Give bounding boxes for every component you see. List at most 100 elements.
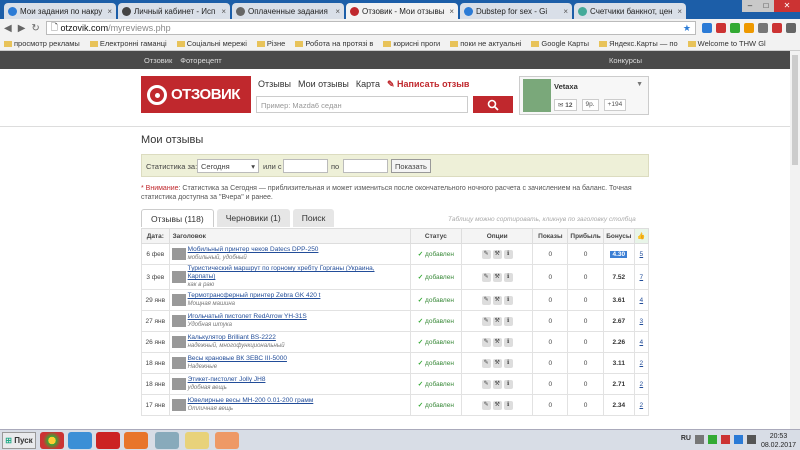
paint-icon[interactable] [215, 432, 239, 449]
close-tab-icon[interactable]: × [563, 7, 568, 16]
bookmark-item[interactable]: просмотр рекламы [4, 39, 80, 48]
nav-moi-otzyvy[interactable]: Мои отзывы [298, 79, 349, 90]
review-thumbnail[interactable] [171, 357, 186, 369]
bookmark-item[interactable]: Різне [256, 39, 285, 48]
review-thumbnail[interactable] [171, 378, 186, 390]
review-thumbnail[interactable] [171, 336, 186, 348]
thumbs-up-icon[interactable]: 👍 [633, 228, 650, 244]
date-to-input[interactable] [343, 159, 388, 173]
rating-link[interactable]: 4 [640, 297, 644, 304]
bookmark-item[interactable]: Робота на протязі в [295, 39, 373, 48]
edit-icon[interactable]: ✎ [481, 358, 491, 368]
rating-link[interactable]: 3 [640, 318, 644, 325]
wrench-icon[interactable]: ⚒ [492, 295, 502, 305]
volume-icon[interactable] [747, 435, 756, 444]
extension-icon[interactable] [702, 23, 712, 33]
user-panel[interactable]: Vetaxa ▼ ✉ 12 9р. +194 [519, 76, 649, 115]
maximize-button[interactable]: □ [758, 0, 774, 12]
show-button[interactable]: Показать [391, 159, 431, 173]
browser-tab[interactable]: Счетчики банкнот, цен × [574, 3, 686, 19]
review-title-link[interactable]: Калькулятор Brilliant BS-2222 [188, 334, 276, 341]
url-field[interactable]: 🗋 otzovik.com/myreviews.php ★ [45, 21, 696, 35]
edit-icon[interactable]: ✎ [481, 400, 491, 410]
opera-icon[interactable] [96, 432, 120, 449]
review-title-link[interactable]: Ювелирные весы MH-200 0.01-200 грамм [188, 397, 314, 404]
wrench-icon[interactable]: ⚒ [492, 316, 502, 326]
rating-link[interactable]: 2 [640, 402, 644, 409]
scrollbar-thumb[interactable] [792, 55, 798, 165]
review-thumbnail[interactable] [171, 315, 186, 327]
info-icon[interactable]: ℹ [503, 379, 513, 389]
tab-reviews[interactable]: Отзывы (118) [141, 209, 214, 227]
rating-link[interactable]: 5 [640, 251, 644, 258]
info-icon[interactable]: ℹ [503, 295, 513, 305]
menu-icon[interactable] [786, 23, 796, 33]
topbar-link-fotorecept[interactable]: Фоторецепт [180, 56, 221, 65]
tray-icon[interactable] [734, 435, 743, 444]
tray-icon[interactable] [721, 435, 730, 444]
messages-badge[interactable]: ✉ 12 [554, 99, 577, 111]
review-thumbnail[interactable] [171, 399, 186, 411]
info-icon[interactable]: ℹ [503, 272, 513, 282]
wrench-icon[interactable]: ⚒ [492, 400, 502, 410]
wrench-icon[interactable]: ⚒ [492, 337, 502, 347]
extension-icon[interactable] [772, 23, 782, 33]
info-icon[interactable]: ℹ [503, 358, 513, 368]
review-title-link[interactable]: Весы крановые ВК ЗЕВС III-5000 [188, 355, 287, 362]
col-date[interactable]: Дата: [141, 228, 170, 244]
browser-tab[interactable]: Мои задания по накру × [4, 3, 116, 19]
edit-icon[interactable]: ✎ [481, 379, 491, 389]
topbar-link-konkursy[interactable]: Конкурсы [609, 56, 642, 65]
chevron-down-icon[interactable]: ▼ [636, 81, 643, 88]
rating-badge[interactable]: 9р. [581, 99, 599, 111]
extension-icon[interactable] [730, 23, 740, 33]
chrome-icon[interactable] [40, 432, 64, 449]
edit-icon[interactable]: ✎ [481, 316, 491, 326]
extension-icon[interactable] [744, 23, 754, 33]
edit-icon[interactable]: ✎ [481, 337, 491, 347]
close-tab-icon[interactable]: × [107, 7, 112, 16]
extension-icon[interactable] [716, 23, 726, 33]
search-button[interactable] [473, 96, 513, 113]
tray-icon[interactable] [695, 435, 704, 444]
language-indicator[interactable]: RU [681, 435, 691, 444]
review-thumbnail[interactable] [171, 248, 186, 260]
points-badge[interactable]: +194 [603, 99, 627, 111]
search-input[interactable]: Пример: Mazda6 седан [256, 96, 468, 113]
review-title-link[interactable]: Термотрансферный принтер Zebra GK 420 t [188, 292, 321, 299]
browser-tab[interactable]: Dubstep for sex - Gi × [460, 3, 572, 19]
site-logo[interactable]: ОТЗОВИК [141, 76, 251, 113]
wrench-icon[interactable]: ⚒ [492, 272, 502, 282]
bookmark-item[interactable]: Соціальні мережі [176, 39, 247, 48]
close-tab-icon[interactable]: × [677, 7, 682, 16]
bookmark-item[interactable]: Яндекс.Карты — по [599, 39, 678, 48]
nav-otzyvy[interactable]: Отзывы [258, 79, 291, 90]
browser-tab[interactable]: Оплаченные задания × [232, 3, 344, 19]
minimize-button[interactable]: – [742, 0, 758, 12]
forward-icon[interactable]: ▶ [18, 23, 26, 34]
close-tab-icon[interactable]: × [335, 7, 340, 16]
app-icon[interactable] [155, 432, 179, 449]
bookmark-star-icon[interactable]: ★ [683, 23, 691, 34]
review-title-link[interactable]: Этикет-пистолет Jolly JH8 [188, 376, 266, 383]
date-from-input[interactable] [283, 159, 328, 173]
info-icon[interactable]: ℹ [503, 400, 513, 410]
wrench-icon[interactable]: ⚒ [492, 249, 502, 259]
wrench-icon[interactable]: ⚒ [492, 358, 502, 368]
topbar-link-otzovik[interactable]: Отзовик [144, 56, 172, 65]
back-icon[interactable]: ◀ [4, 23, 12, 34]
rating-link[interactable]: 4 [640, 339, 644, 346]
edit-icon[interactable]: ✎ [481, 272, 491, 282]
write-review-link[interactable]: ✎ Написать отзыв [387, 79, 469, 90]
col-views[interactable]: Показы [532, 228, 569, 244]
clock[interactable]: 20:53 08.02.2017 [761, 432, 796, 450]
avatar[interactable] [523, 79, 551, 112]
close-tab-icon[interactable]: × [449, 7, 454, 16]
review-title-link[interactable]: Туристический маршрут по горному хребту … [188, 265, 375, 280]
review-title-link[interactable]: Мобильный принтер чеков Datecs DPP-250 [188, 246, 319, 253]
reload-icon[interactable]: ↻ [31, 23, 39, 34]
bookmark-item[interactable]: Google Карты [531, 39, 589, 48]
close-window-button[interactable]: ✕ [774, 0, 800, 12]
bookmark-item[interactable]: поки не актуальні [450, 39, 521, 48]
wrench-icon[interactable]: ⚒ [492, 379, 502, 389]
